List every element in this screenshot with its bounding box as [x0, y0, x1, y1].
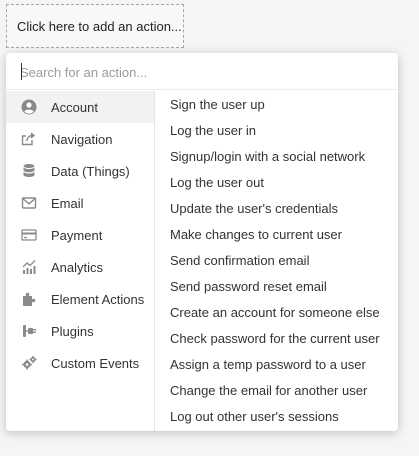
- category-navigation[interactable]: Navigation: [6, 123, 154, 155]
- category-label: Payment: [51, 227, 103, 243]
- search-input[interactable]: [20, 62, 380, 82]
- category-plugins[interactable]: Plugins: [6, 315, 154, 347]
- action-send-password-reset[interactable]: Send password reset email: [156, 274, 398, 300]
- category-label: Data (Things): [51, 163, 130, 179]
- action-social-login[interactable]: Signup/login with a social network: [156, 144, 398, 170]
- envelope-icon: [20, 194, 38, 212]
- action-picker-popup: Account Navigation Data (Things) Email: [6, 53, 398, 431]
- category-label: Navigation: [51, 131, 113, 147]
- category-data-things[interactable]: Data (Things): [6, 155, 154, 187]
- action-sign-user-up[interactable]: Sign the user up: [156, 92, 398, 118]
- category-label: Element Actions: [51, 291, 145, 307]
- category-label: Email: [51, 195, 84, 211]
- action-log-out-other-sessions[interactable]: Log out other user's sessions: [156, 404, 398, 430]
- action-create-account-for-other[interactable]: Create an account for someone else: [156, 300, 398, 326]
- plug-icon: [20, 322, 38, 340]
- action-log-user-out[interactable]: Log the user out: [156, 170, 398, 196]
- category-email[interactable]: Email: [6, 187, 154, 219]
- category-element-actions[interactable]: Element Actions: [6, 283, 154, 315]
- action-make-changes-current-user[interactable]: Make changes to current user: [156, 222, 398, 248]
- category-label: Plugins: [51, 323, 94, 339]
- action-assign-temp-password[interactable]: Assign a temp password to a user: [156, 352, 398, 378]
- action-check-password[interactable]: Check password for the current user: [156, 326, 398, 352]
- category-analytics[interactable]: Analytics: [6, 251, 154, 283]
- category-account[interactable]: Account: [6, 91, 154, 123]
- add-action-button[interactable]: Click here to add an action...: [6, 4, 184, 48]
- share-arrow-icon: [20, 130, 38, 148]
- category-label: Custom Events: [51, 355, 140, 371]
- category-list: Account Navigation Data (Things) Email P…: [6, 91, 155, 431]
- action-list: Sign the user up Log the user in Signup/…: [156, 91, 398, 431]
- text-caret: [21, 63, 22, 80]
- search-bar: [6, 53, 398, 90]
- action-log-user-in[interactable]: Log the user in: [156, 118, 398, 144]
- category-payment[interactable]: Payment: [6, 219, 154, 251]
- picker-body: Account Navigation Data (Things) Email P…: [6, 91, 398, 431]
- category-label: Account: [51, 99, 98, 115]
- action-update-credentials[interactable]: Update the user's credentials: [156, 196, 398, 222]
- line-chart-icon: [20, 258, 38, 276]
- action-change-email-other-user[interactable]: Change the email for another user: [156, 378, 398, 404]
- gears-icon: [20, 354, 38, 372]
- user-circle-icon: [20, 98, 38, 116]
- credit-card-icon: [20, 226, 38, 244]
- category-label: Analytics: [51, 259, 104, 275]
- action-send-confirmation-email[interactable]: Send confirmation email: [156, 248, 398, 274]
- puzzle-icon: [20, 290, 38, 308]
- category-custom-events[interactable]: Custom Events: [6, 347, 154, 379]
- database-icon: [20, 162, 38, 180]
